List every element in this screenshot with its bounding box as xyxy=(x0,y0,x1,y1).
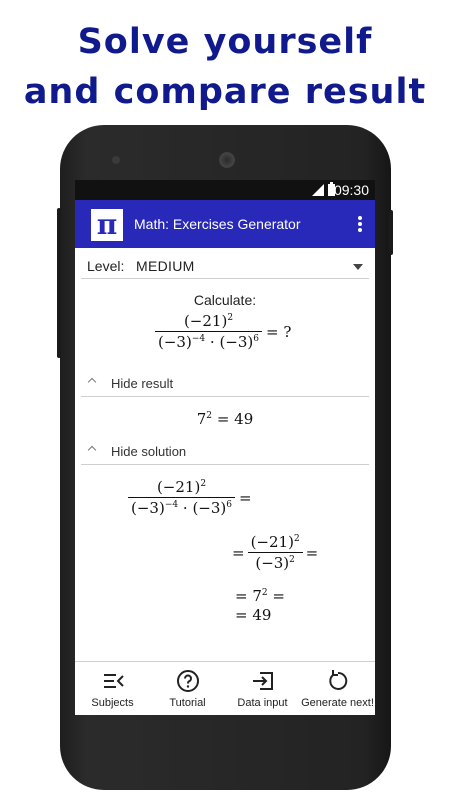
nav-data-input-label: Data input xyxy=(237,697,288,709)
hide-result-label: Hide result xyxy=(111,376,174,391)
step1-den-b: (−3) xyxy=(192,499,227,517)
step2-denominator-exponent: 2 xyxy=(289,555,295,565)
chevron-up-icon xyxy=(87,445,97,455)
phone-side-button-left xyxy=(57,208,61,358)
level-value: MEDIUM xyxy=(136,258,195,274)
data-input-icon xyxy=(253,672,273,690)
front-camera xyxy=(112,156,120,164)
earpiece-speaker xyxy=(219,152,235,168)
step2-fraction: (−21)2 (−3)2 xyxy=(247,533,303,572)
overflow-menu-icon[interactable] xyxy=(357,216,363,234)
status-time: 09:30 xyxy=(333,182,369,198)
promo-headline-line-2: and compare result xyxy=(23,72,427,112)
step1-equals: = xyxy=(239,488,252,507)
exercise-den-b: (−3) xyxy=(219,333,254,351)
step2-equals-left: = xyxy=(232,543,245,562)
exercise-den-b-exponent: 6 xyxy=(253,334,260,344)
exercise-den-dot: · xyxy=(209,333,215,351)
nav-tutorial-label: Tutorial xyxy=(169,697,206,709)
step1-numerator-exponent: 2 xyxy=(200,479,207,489)
exercise-rhs: = ? xyxy=(266,322,292,341)
result-expression: 72 = 49 xyxy=(75,410,375,428)
promo-headline-line-1: Solve yourself xyxy=(77,22,373,62)
level-label: Level: xyxy=(87,258,125,274)
step3-base: = 7 xyxy=(235,587,262,605)
step1-fraction: (−21)2 (−3)−4 · (−3)6 xyxy=(128,478,236,517)
status-icons xyxy=(312,182,335,196)
solution-step-1: (−21)2 (−3)−4 · (−3)6 = xyxy=(128,478,252,517)
step2-equals-right: = xyxy=(305,543,319,562)
hide-result-toggle[interactable]: Hide result xyxy=(81,372,369,397)
subjects-icon xyxy=(104,674,124,688)
exercise-den-a: (−3) xyxy=(158,333,192,351)
step1-numerator: (−21) xyxy=(156,478,201,496)
dropdown-arrow-icon xyxy=(353,264,363,270)
nav-generate-next[interactable]: Generate next! xyxy=(300,662,375,715)
chevron-up-icon xyxy=(87,377,97,387)
divider xyxy=(81,396,369,397)
step1-den-dot: · xyxy=(182,499,188,517)
exercise-den-a-exponent: −4 xyxy=(191,334,206,344)
result-base: 7 xyxy=(196,410,207,428)
exercise-expression: (−21)2 (−3)−4 · (−3)6 = ? xyxy=(155,312,291,351)
step3-equals: = xyxy=(272,587,285,605)
solution-step-2: = (−21)2 (−3)2 = xyxy=(232,533,318,572)
divider xyxy=(81,464,369,465)
step1-den-a: (−3) xyxy=(131,499,165,517)
main-content: Level: MEDIUM Calculate: (−21)2 (−3)−4 ·… xyxy=(75,248,375,661)
exercise-numerator-exponent: 2 xyxy=(227,313,234,323)
nav-subjects[interactable]: Subjects xyxy=(75,662,150,715)
phone-side-button-right xyxy=(389,210,393,255)
app-title: Math: Exercises Generator xyxy=(134,216,301,232)
nav-data-input[interactable]: Data input xyxy=(225,662,300,715)
solution-step-4: = 49 xyxy=(235,606,272,624)
nav-tutorial[interactable]: Tutorial xyxy=(150,662,225,715)
step3-exponent: 2 xyxy=(261,588,268,598)
level-underline xyxy=(81,278,369,279)
nav-generate-next-label: Generate next! xyxy=(301,697,374,709)
help-icon xyxy=(177,670,199,692)
solution-step-3: = 72 = xyxy=(235,587,285,605)
bottom-navigation: Subjects Tutorial Data input Generate ne… xyxy=(75,661,375,715)
step1-den-a-exponent: −4 xyxy=(164,500,179,510)
app-bar: π Math: Exercises Generator xyxy=(75,200,375,248)
step2-numerator: (−21) xyxy=(250,533,294,551)
refresh-icon xyxy=(329,670,348,690)
hide-solution-label: Hide solution xyxy=(111,444,187,459)
exercise-fraction: (−21)2 (−3)−4 · (−3)6 xyxy=(155,312,263,351)
hide-solution-toggle[interactable]: Hide solution xyxy=(81,440,369,465)
exercise-numerator: (−21) xyxy=(183,312,228,330)
nav-subjects-label: Subjects xyxy=(91,697,134,709)
step1-den-b-exponent: 6 xyxy=(226,500,233,510)
result-value: = 49 xyxy=(216,410,254,428)
signal-icon xyxy=(312,184,324,196)
app-logo: π xyxy=(91,209,123,241)
result-exponent: 2 xyxy=(206,411,213,421)
step2-numerator-exponent: 2 xyxy=(293,534,300,544)
calculate-label: Calculate: xyxy=(193,292,257,308)
level-selector[interactable]: Level: MEDIUM xyxy=(81,258,369,278)
phone-screen: 09:30 π Math: Exercises Generator Level:… xyxy=(75,180,375,715)
status-bar: 09:30 xyxy=(75,180,375,200)
step2-denominator: (−3) xyxy=(255,554,290,572)
